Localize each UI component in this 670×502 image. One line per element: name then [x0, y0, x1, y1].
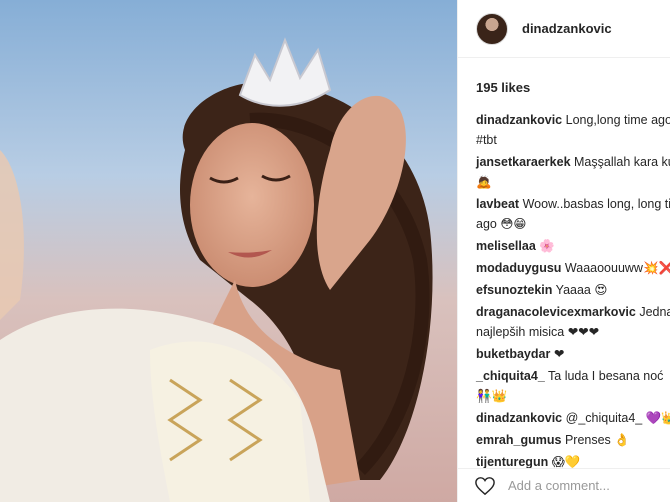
comment-username[interactable]: buketbaydar [476, 347, 550, 361]
comment-item: lavbeat Woow..basbas long, long time ago … [476, 194, 670, 234]
comment-line: draganacolevicexmarkovic Jedna [476, 302, 670, 322]
comment-text: Waaaoouuww💥❌ [564, 261, 670, 275]
comment-item: melisellaa 🌸 [476, 236, 670, 256]
comment-text: ❤ [553, 347, 565, 361]
post-header: dinadzankovic [458, 0, 670, 58]
comment-line-continued: najlepših misica ❤❤❤ [476, 322, 670, 342]
comment-text: Long,long time ago [565, 113, 670, 127]
comment-username[interactable]: _chiquita4_ [476, 369, 545, 383]
comment-username[interactable]: emrah_gumus [476, 433, 561, 447]
comment-item: draganacolevicexmarkovic Jedna najlepših … [476, 302, 670, 342]
avatar[interactable] [476, 12, 508, 45]
comment-text: Prenses 👌 [564, 433, 630, 447]
comment-username[interactable]: melisellaa [476, 239, 536, 253]
comment-text: #tbt [476, 133, 497, 147]
add-comment-bar [458, 468, 670, 502]
add-comment-input[interactable] [508, 478, 658, 493]
comment-text: Maşşallah kara kuş [574, 155, 670, 169]
post-photo[interactable] [0, 0, 457, 502]
comment-username[interactable]: dinadzankovic [476, 113, 562, 127]
comment-line: melisellaa 🌸 [476, 236, 670, 256]
photo-illustration [0, 0, 457, 502]
post-side-panel: dinadzankovic 195 likes dinadzankovic Lo… [457, 0, 670, 502]
comment-line-continued: #tbt [476, 130, 670, 150]
comment-username[interactable]: modaduygusu [476, 261, 561, 275]
comment-line-continued: ago 😳😁 [476, 214, 670, 234]
heart-icon[interactable] [474, 476, 496, 496]
comment-line: dinadzankovic Long,long time ago [476, 110, 670, 130]
comment-line: _chiquita4_ Ta luda I besana noć [476, 366, 670, 386]
comment-item: modaduygusu Waaaoouuww💥❌ [476, 258, 670, 278]
comment-item: dinadzankovic @_chiquita4_ 💜👑 [476, 408, 670, 428]
comment-username[interactable]: dinadzankovic [476, 411, 562, 425]
author-username[interactable]: dinadzankovic [522, 21, 612, 36]
comment-item: _chiquita4_ Ta luda I besana noć 👫👑 [476, 366, 670, 406]
comment-line: emrah_gumus Prenses 👌 [476, 430, 670, 450]
comment-line: buketbaydar ❤ [476, 344, 670, 364]
comment-line: dinadzankovic @_chiquita4_ 💜👑 [476, 408, 670, 428]
comment-line-continued: 👫👑 [476, 386, 670, 406]
comment-item: dinadzankovic Long,long time ago #tbt [476, 110, 670, 150]
comment-username[interactable]: draganacolevicexmarkovic [476, 305, 636, 319]
comment-text: Yaaaa 😍 [555, 283, 608, 297]
comment-username[interactable]: jansetkaraerkek [476, 155, 571, 169]
comment-item: efsunoztekin Yaaaa 😍 [476, 280, 670, 300]
comment-text: 😱💛 [551, 455, 581, 469]
comment-line: modaduygusu Waaaoouuww💥❌ [476, 258, 670, 278]
likes-count[interactable]: 195 likes [476, 80, 530, 95]
comment-text: Woow..basbas long, long time [522, 197, 670, 211]
comment-text: ago 😳😁 [476, 217, 527, 231]
comment-item: buketbaydar ❤ [476, 344, 670, 364]
comment-line: jansetkaraerkek Maşşallah kara kuş [476, 152, 670, 172]
comment-username[interactable]: lavbeat [476, 197, 519, 211]
comment-line: lavbeat Woow..basbas long, long time [476, 194, 670, 214]
comment-item: emrah_gumus Prenses 👌 [476, 430, 670, 450]
comment-text: 🌸 [539, 239, 555, 253]
comment-text: najlepših misica ❤❤❤ [476, 325, 600, 339]
comment-username[interactable]: tijenturegun [476, 455, 548, 469]
comment-text: 🙇 [476, 175, 492, 189]
comment-item: jansetkaraerkek Maşşallah kara kuş 🙇 [476, 152, 670, 192]
comment-line-continued: 🙇 [476, 172, 670, 192]
comment-text: @_chiquita4_ 💜👑 [565, 411, 670, 425]
comment-list: dinadzankovic Long,long time ago #tbt jans… [476, 110, 670, 472]
comment-line: efsunoztekin Yaaaa 😍 [476, 280, 670, 300]
comment-text: Ta luda I besana noć [548, 369, 664, 383]
comment-text: 👫👑 [476, 389, 508, 403]
comment-username[interactable]: efsunoztekin [476, 283, 552, 297]
comment-text: Jedna [639, 305, 670, 319]
